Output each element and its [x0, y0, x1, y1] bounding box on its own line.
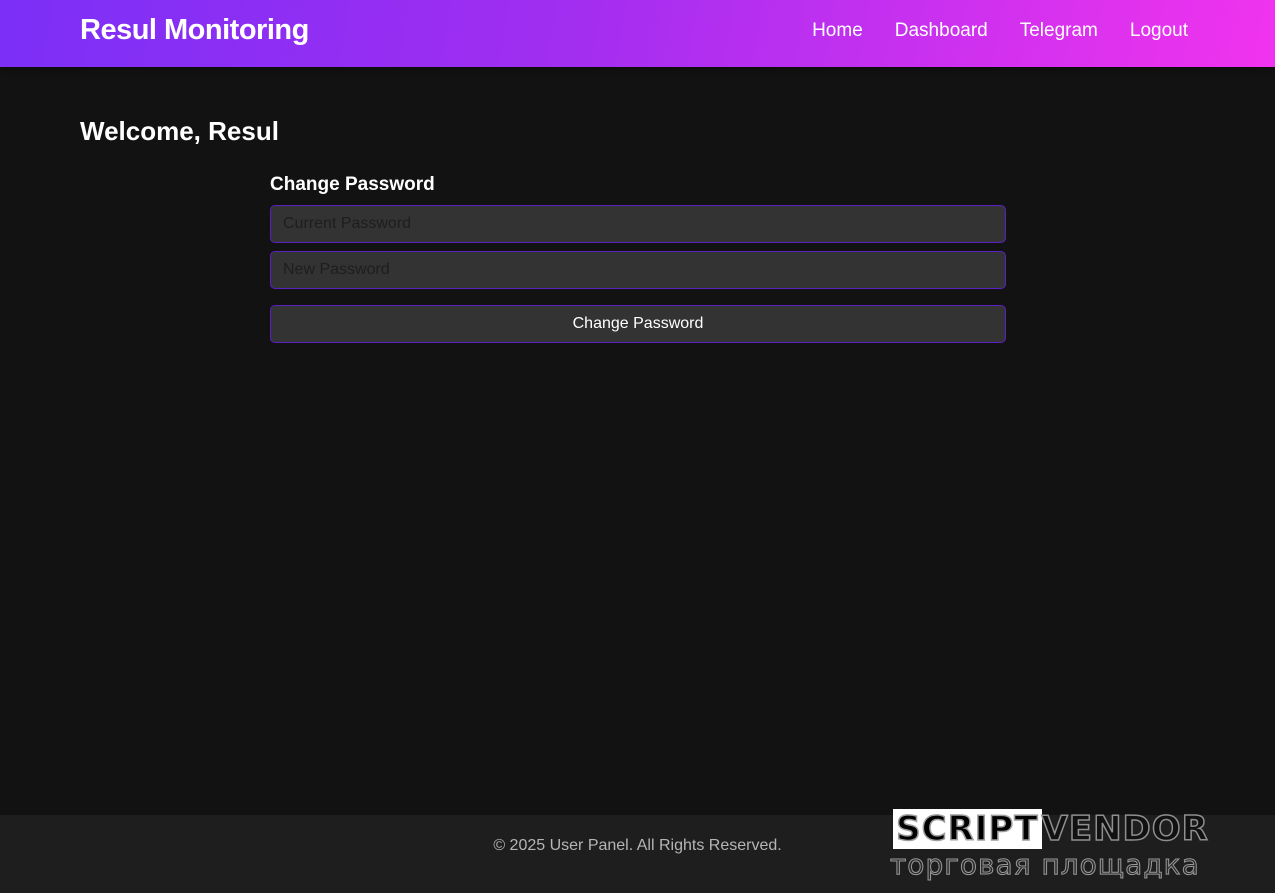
- watermark-subtitle: торговая площадка: [890, 848, 1200, 882]
- nav-link-logout[interactable]: Logout: [1130, 20, 1188, 42]
- scriptvendor-watermark: SCRIPTVENDOR торговая площадка: [842, 809, 1260, 886]
- form-title: Change Password: [270, 174, 435, 195]
- new-password-input[interactable]: [270, 251, 1006, 289]
- watermark-brand-part2: VENDOR: [1041, 809, 1209, 849]
- brand-logo-text[interactable]: Resul Monitoring: [80, 14, 309, 47]
- page: Resul Monitoring Home Dashboard Telegram…: [0, 0, 1275, 893]
- nav-link-dashboard[interactable]: Dashboard: [895, 20, 988, 42]
- watermark-brand: SCRIPTVENDOR: [842, 809, 1260, 849]
- change-password-form: Change Password Change Password: [270, 172, 1006, 343]
- change-password-button[interactable]: Change Password: [270, 305, 1006, 343]
- welcome-heading: Welcome, Resul: [80, 116, 279, 146]
- top-navbar: Resul Monitoring Home Dashboard Telegram…: [0, 0, 1275, 67]
- nav-link-home[interactable]: Home: [812, 20, 863, 42]
- current-password-input[interactable]: [270, 205, 1006, 243]
- watermark-brand-part1: SCRIPT: [893, 809, 1042, 849]
- main-nav: Home Dashboard Telegram Logout: [812, 20, 1188, 42]
- nav-link-telegram[interactable]: Telegram: [1020, 20, 1098, 42]
